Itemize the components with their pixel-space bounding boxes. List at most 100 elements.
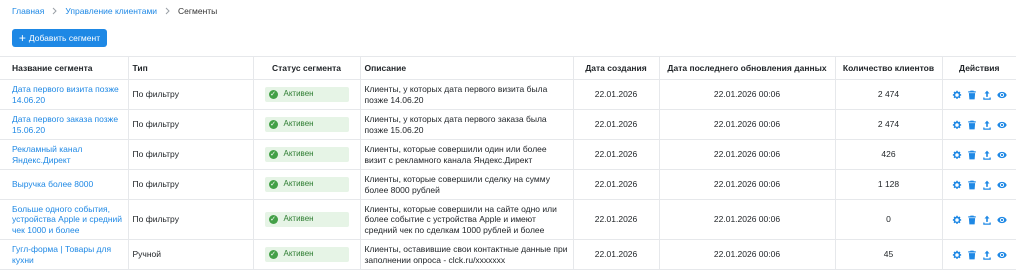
eye-icon[interactable]: [996, 249, 1007, 260]
status-badge: ✓ Активен: [264, 117, 349, 132]
table-header-row: Название сегмента Тип Статус сегмента Оп…: [0, 56, 1016, 80]
trash-icon[interactable]: [966, 249, 977, 260]
segment-type: По фильтру: [127, 109, 253, 140]
upload-icon[interactable]: [981, 214, 992, 225]
check-circle-icon: ✓: [268, 150, 278, 159]
segment-type: По фильтру: [127, 199, 253, 240]
segment-description: Клиенты, у которых дата первого заказа б…: [359, 109, 573, 140]
status-badge: ✓ Активен: [264, 212, 349, 227]
segment-description: Клиенты, у которых дата первого визита б…: [359, 79, 573, 110]
gear-icon[interactable]: [951, 149, 962, 160]
trash-icon[interactable]: [966, 119, 977, 130]
segment-updated: 22.01.2026 00:06: [658, 79, 835, 110]
gear-icon[interactable]: [951, 119, 962, 130]
segment-type: Ручной: [127, 239, 253, 270]
row-actions: [947, 89, 1013, 100]
gear-icon[interactable]: [951, 214, 962, 225]
segment-description: Клиенты, которые совершили один или боле…: [359, 139, 573, 170]
segment-count: 1 128: [834, 169, 942, 200]
header-name[interactable]: Название сегмента: [0, 56, 128, 80]
trash-icon[interactable]: [966, 179, 977, 190]
check-circle-icon: ✓: [268, 90, 278, 99]
segment-name-link[interactable]: Выручка более 8000: [12, 179, 93, 189]
header-created[interactable]: Дата создания: [572, 56, 659, 80]
segment-created: 22.01.2026: [572, 199, 659, 240]
gear-icon[interactable]: [951, 179, 962, 190]
trash-icon[interactable]: [966, 149, 977, 160]
row-actions: [947, 249, 1013, 260]
segment-name-link[interactable]: Больше одного события, устройства Apple …: [12, 204, 122, 235]
eye-icon[interactable]: [996, 119, 1007, 130]
header-count[interactable]: Количество клиентов: [834, 56, 942, 80]
segment-created: 22.01.2026: [572, 109, 659, 140]
breadcrumb-current: Сегменты: [178, 6, 218, 16]
upload-icon[interactable]: [981, 149, 992, 160]
row-actions: [947, 149, 1013, 160]
gear-icon[interactable]: [951, 249, 962, 260]
segment-created: 22.01.2026: [572, 169, 659, 200]
segment-type: По фильтру: [127, 79, 253, 110]
table-row: Дата первого заказа позже 15.06.20 По фи…: [0, 109, 1016, 140]
segment-name-link[interactable]: Гугл-форма | Товары для кухни: [12, 244, 111, 265]
segment-name-link[interactable]: Рекламный канал Яндекс.Директ: [12, 144, 82, 165]
check-circle-icon: ✓: [268, 120, 278, 129]
upload-icon[interactable]: [981, 119, 992, 130]
segment-description: Клиенты, оставившие свои контактные данн…: [359, 239, 573, 270]
status-label: Активен: [283, 89, 314, 99]
status-label: Активен: [283, 179, 314, 189]
table-row: Рекламный канал Яндекс.Директ По фильтру…: [0, 139, 1016, 170]
upload-icon[interactable]: [981, 249, 992, 260]
check-circle-icon: ✓: [268, 180, 278, 189]
eye-icon[interactable]: [996, 89, 1007, 100]
header-updated[interactable]: Дата последнего обновления данных: [658, 56, 835, 80]
header-description[interactable]: Описание: [359, 56, 573, 80]
segment-updated: 22.01.2026 00:06: [658, 239, 835, 270]
segment-name-link[interactable]: Дата первого визита позже 14.06.20: [12, 84, 119, 105]
segments-table: Название сегмента Тип Статус сегмента Оп…: [0, 56, 1016, 270]
trash-icon[interactable]: [966, 214, 977, 225]
breadcrumb: Главная Управление клиентами Сегменты: [12, 5, 217, 17]
status-label: Активен: [283, 214, 314, 224]
header-actions: Действия: [941, 56, 1016, 80]
upload-icon[interactable]: [981, 89, 992, 100]
segment-description: Клиенты, которые совершили на сайте одно…: [359, 199, 573, 240]
status-label: Активен: [283, 249, 314, 259]
add-segment-label: Добавить сегмент: [28, 33, 101, 43]
table-row: Выручка более 8000 По фильтру ✓ Активен …: [0, 169, 1016, 200]
segment-count: 2 474: [834, 109, 942, 140]
segment-created: 22.01.2026: [572, 79, 659, 110]
segment-description: Клиенты, которые совершили сделку на сум…: [359, 169, 573, 200]
header-status[interactable]: Статус сегмента: [252, 56, 360, 80]
row-actions: [947, 119, 1013, 130]
segment-count: 45: [834, 239, 942, 270]
segment-name-link[interactable]: Дата первого заказа позже 15.06.20: [12, 114, 118, 135]
eye-icon[interactable]: [996, 214, 1007, 225]
upload-icon[interactable]: [981, 179, 992, 190]
chevron-right-icon: [51, 7, 58, 15]
segment-created: 22.01.2026: [572, 239, 659, 270]
segment-updated: 22.01.2026 00:06: [658, 199, 835, 240]
gear-icon[interactable]: [951, 89, 962, 100]
segment-count: 2 474: [834, 79, 942, 110]
header-type[interactable]: Тип: [127, 56, 253, 80]
check-circle-icon: ✓: [268, 250, 278, 259]
eye-icon[interactable]: [996, 179, 1007, 190]
status-badge: ✓ Активен: [264, 87, 349, 102]
table-row: Больше одного события, устройства Apple …: [0, 199, 1016, 240]
plus-icon: +: [18, 31, 26, 45]
segment-updated: 22.01.2026 00:06: [658, 109, 835, 140]
eye-icon[interactable]: [996, 149, 1007, 160]
segment-type: По фильтру: [127, 139, 253, 170]
status-badge: ✓ Активен: [264, 247, 349, 262]
table-row: Дата первого визита позже 14.06.20 По фи…: [0, 79, 1016, 110]
check-circle-icon: ✓: [268, 215, 278, 224]
row-actions: [947, 214, 1013, 225]
breadcrumb-clients[interactable]: Управление клиентами: [65, 6, 157, 16]
segment-updated: 22.01.2026 00:06: [658, 169, 835, 200]
add-segment-button[interactable]: + Добавить сегмент: [12, 29, 107, 47]
trash-icon[interactable]: [966, 89, 977, 100]
row-actions: [947, 179, 1013, 190]
status-label: Активен: [283, 149, 314, 159]
status-badge: ✓ Активен: [264, 177, 349, 192]
breadcrumb-home[interactable]: Главная: [12, 6, 44, 16]
